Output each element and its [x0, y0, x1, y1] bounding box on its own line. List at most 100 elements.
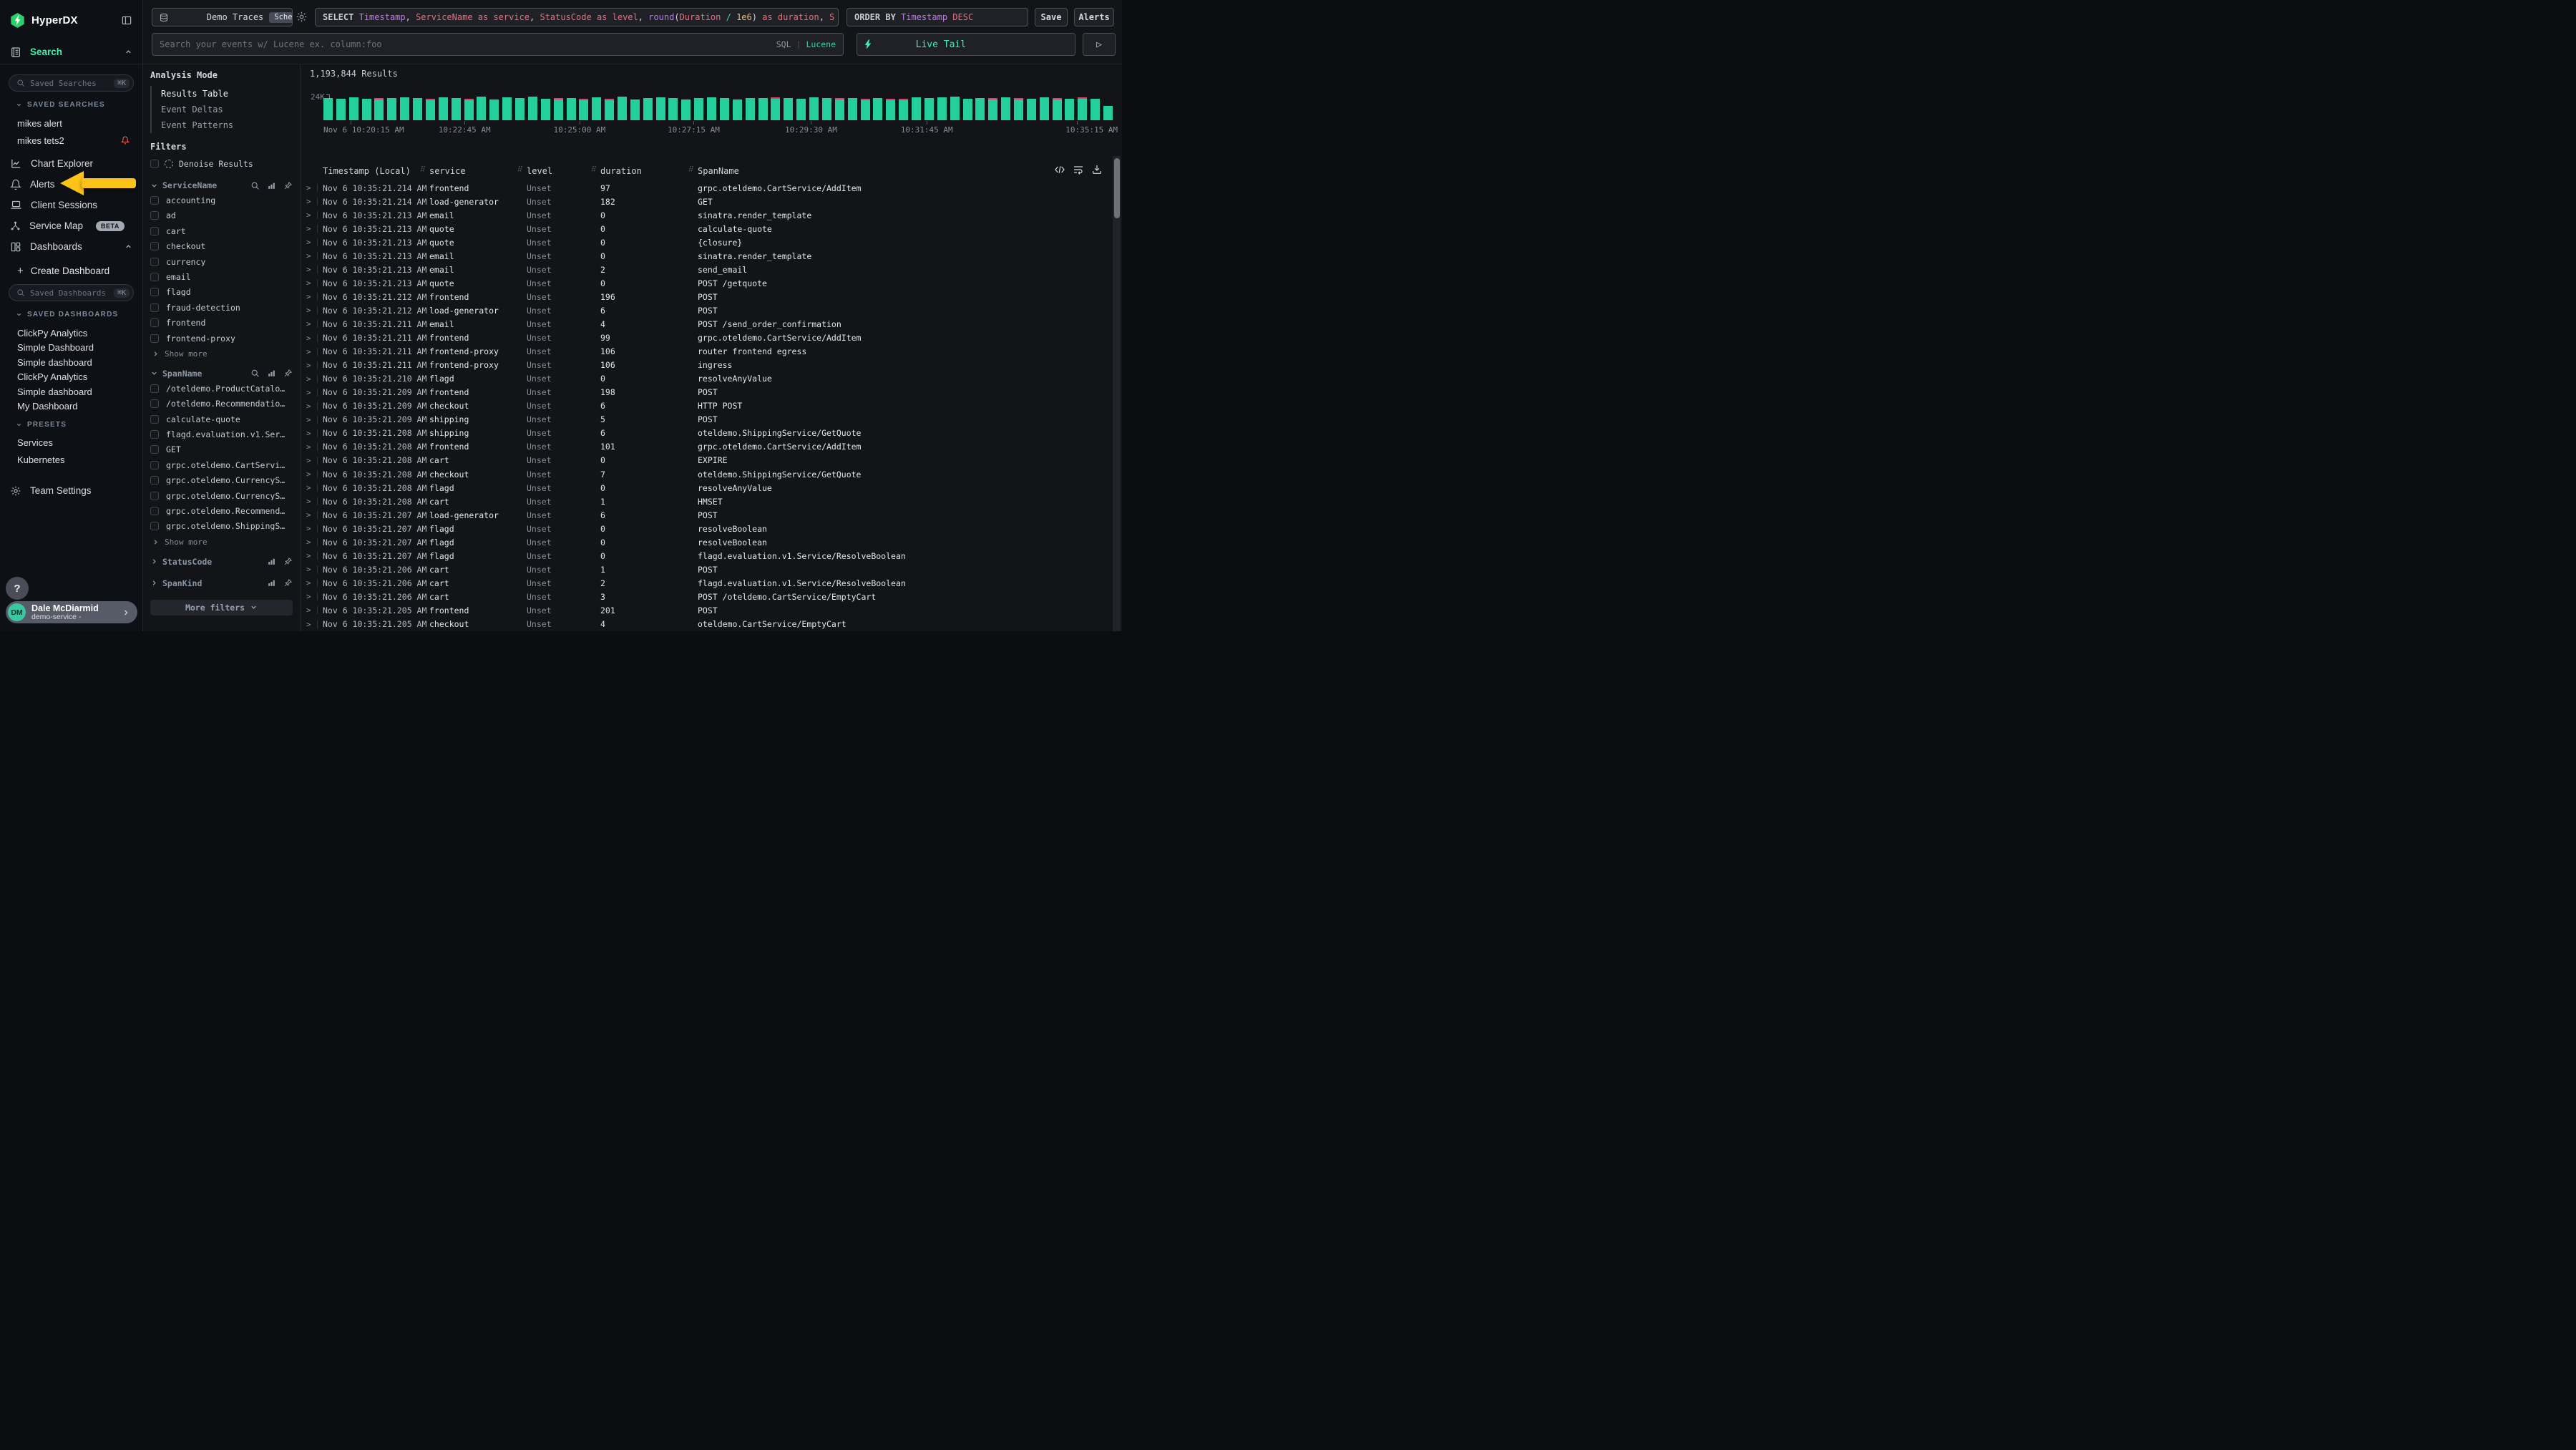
row-expand-icon[interactable]: >: [306, 402, 315, 411]
histogram-bar[interactable]: [426, 99, 435, 120]
histogram-bar[interactable]: [1078, 97, 1087, 120]
checkbox[interactable]: [150, 211, 159, 220]
row-expand-icon[interactable]: >: [306, 429, 315, 438]
histogram-bar[interactable]: [567, 98, 576, 120]
histogram-bar[interactable]: [758, 98, 768, 120]
facet-value-row[interactable]: email: [150, 273, 293, 281]
table-row[interactable]: >Nov 6 10:35:21.205 AMcheckoutUnset4otel…: [301, 618, 1113, 631]
table-row[interactable]: >Nov 6 10:35:21.206 AMcartUnset3POST /ot…: [301, 590, 1113, 603]
denoise-results-toggle[interactable]: Denoise Results: [150, 159, 293, 169]
checkbox[interactable]: [150, 399, 159, 408]
table-row[interactable]: >Nov 6 10:35:21.213 AMemailUnset0sinatra…: [301, 208, 1113, 222]
histogram-bar[interactable]: [924, 98, 934, 120]
analysis-mode-option[interactable]: Results Table: [152, 86, 293, 102]
saved-searches-section-toggle[interactable]: SAVED SEARCHES: [16, 101, 142, 109]
saved-dashboards-input[interactable]: Saved Dashboards ⌘K: [9, 284, 134, 301]
histogram-bar[interactable]: [643, 98, 653, 120]
histogram-bar[interactable]: [1065, 99, 1074, 120]
mode-sql[interactable]: SQL: [776, 39, 791, 49]
analysis-mode-option[interactable]: Event Deltas: [152, 102, 293, 117]
checkbox[interactable]: [150, 476, 159, 485]
table-row[interactable]: >Nov 6 10:35:21.206 AMcartUnset1POST: [301, 563, 1113, 576]
histogram-bar[interactable]: [873, 98, 882, 120]
histogram-bar[interactable]: [681, 99, 691, 120]
drag-handle-icon[interactable]: ⠿: [517, 166, 522, 174]
histogram-bar[interactable]: [1053, 98, 1062, 120]
histogram-bar[interactable]: [1014, 98, 1023, 120]
histogram-bar[interactable]: [362, 99, 371, 120]
histogram-bar[interactable]: [528, 97, 537, 120]
histogram-bar[interactable]: [554, 98, 563, 120]
row-expand-icon[interactable]: >: [306, 483, 315, 492]
saved-dashboard-item[interactable]: ClickPy Analytics: [0, 371, 142, 383]
row-expand-icon[interactable]: >: [306, 306, 315, 315]
table-row[interactable]: >Nov 6 10:35:21.212 AMfrontendUnset196PO…: [301, 290, 1113, 303]
event-search-input[interactable]: Search your events w/ Lucene ex. column:…: [152, 33, 844, 56]
histogram-bar[interactable]: [541, 99, 550, 120]
row-expand-icon[interactable]: >: [306, 183, 315, 193]
analysis-mode-option[interactable]: Event Patterns: [152, 117, 293, 133]
facet-value-row[interactable]: cart: [150, 227, 293, 235]
histogram-bar[interactable]: [579, 99, 588, 120]
row-expand-icon[interactable]: >: [306, 388, 315, 397]
row-expand-icon[interactable]: >: [306, 319, 315, 329]
facet-chart-icon[interactable]: [267, 369, 276, 378]
presets-section-toggle[interactable]: PRESETS: [16, 421, 142, 429]
histogram-bar[interactable]: [975, 98, 985, 120]
table-row[interactable]: >Nov 6 10:35:21.208 AMcartUnset0EXPIRE: [301, 454, 1113, 467]
checkbox[interactable]: [150, 258, 159, 266]
column-header-spanname[interactable]: ⠿SpanName: [698, 166, 1113, 176]
preset-item[interactable]: Kubernetes: [0, 454, 142, 466]
row-expand-icon[interactable]: >: [306, 442, 315, 452]
scrollbar-thumb[interactable]: [1114, 158, 1120, 218]
checkbox[interactable]: [150, 334, 159, 343]
preset-item[interactable]: Services: [0, 437, 142, 449]
column-header-timestamp[interactable]: Timestamp (Local): [323, 166, 429, 176]
checkbox[interactable]: [150, 227, 159, 235]
histogram-bar[interactable]: [822, 98, 831, 120]
facet-search-icon[interactable]: [250, 369, 260, 378]
more-filters-button[interactable]: More filters: [150, 600, 293, 615]
histogram-bar[interactable]: [771, 97, 780, 120]
help-button[interactable]: ?: [6, 577, 29, 600]
checkbox[interactable]: [150, 196, 159, 205]
histogram-bar[interactable]: [809, 97, 819, 120]
histogram-bar[interactable]: [656, 97, 665, 120]
facet-value-row[interactable]: frontend: [150, 318, 293, 327]
facet-chart-icon[interactable]: [267, 557, 276, 566]
histogram-bar[interactable]: [746, 98, 755, 120]
row-expand-icon[interactable]: >: [306, 524, 315, 533]
table-row[interactable]: >Nov 6 10:35:21.211 AMfrontend-proxyUnse…: [301, 345, 1113, 359]
table-row[interactable]: >Nov 6 10:35:21.213 AMquoteUnset0calcula…: [301, 222, 1113, 235]
histogram-bar[interactable]: [336, 99, 346, 120]
saved-search-item[interactable]: mikes alert: [0, 117, 142, 129]
facet-pin-icon[interactable]: [283, 578, 293, 588]
checkbox[interactable]: [150, 445, 159, 454]
facet-header[interactable]: ServiceName: [150, 180, 293, 190]
histogram-bar[interactable]: [899, 99, 908, 120]
sidebar-item-service-map[interactable]: Service Map BETA: [0, 215, 142, 236]
show-more-button[interactable]: Show more: [152, 537, 293, 547]
histogram-bar[interactable]: [912, 97, 921, 120]
saved-dashboards-section-toggle[interactable]: SAVED DASHBOARDS: [16, 311, 142, 318]
table-row[interactable]: >Nov 6 10:35:21.210 AMflagdUnset0resolve…: [301, 372, 1113, 386]
order-by-editor[interactable]: ORDER BY Timestamp DESC: [847, 8, 1028, 26]
histogram-bar[interactable]: [323, 98, 333, 120]
facet-value-row[interactable]: grpc.oteldemo.Recommend…: [150, 507, 293, 515]
saved-dashboard-item[interactable]: Simple dashboard: [0, 386, 142, 397]
facet-value-row[interactable]: fraud-detection: [150, 303, 293, 312]
histogram-bar[interactable]: [630, 99, 640, 120]
facet-value-row[interactable]: accounting: [150, 196, 293, 205]
row-expand-icon[interactable]: >: [306, 592, 315, 601]
histogram-bar[interactable]: [374, 98, 384, 120]
table-row[interactable]: >Nov 6 10:35:21.209 AMfrontendUnset198PO…: [301, 386, 1113, 399]
facet-value-row[interactable]: grpc.oteldemo.CurrencyS…: [150, 492, 293, 500]
collapse-sidebar-icon[interactable]: [121, 15, 132, 26]
table-row[interactable]: >Nov 6 10:35:21.205 AMfrontendUnset201PO…: [301, 603, 1113, 617]
histogram-bar[interactable]: [1001, 97, 1010, 120]
histogram-bar[interactable]: [1091, 99, 1100, 120]
source-settings-gear-icon[interactable]: [296, 11, 308, 23]
table-row[interactable]: >Nov 6 10:35:21.211 AMemailUnset4POST /s…: [301, 317, 1113, 331]
histogram-bar[interactable]: [988, 98, 997, 120]
table-row[interactable]: >Nov 6 10:35:21.212 AMload-generatorUnse…: [301, 303, 1113, 317]
